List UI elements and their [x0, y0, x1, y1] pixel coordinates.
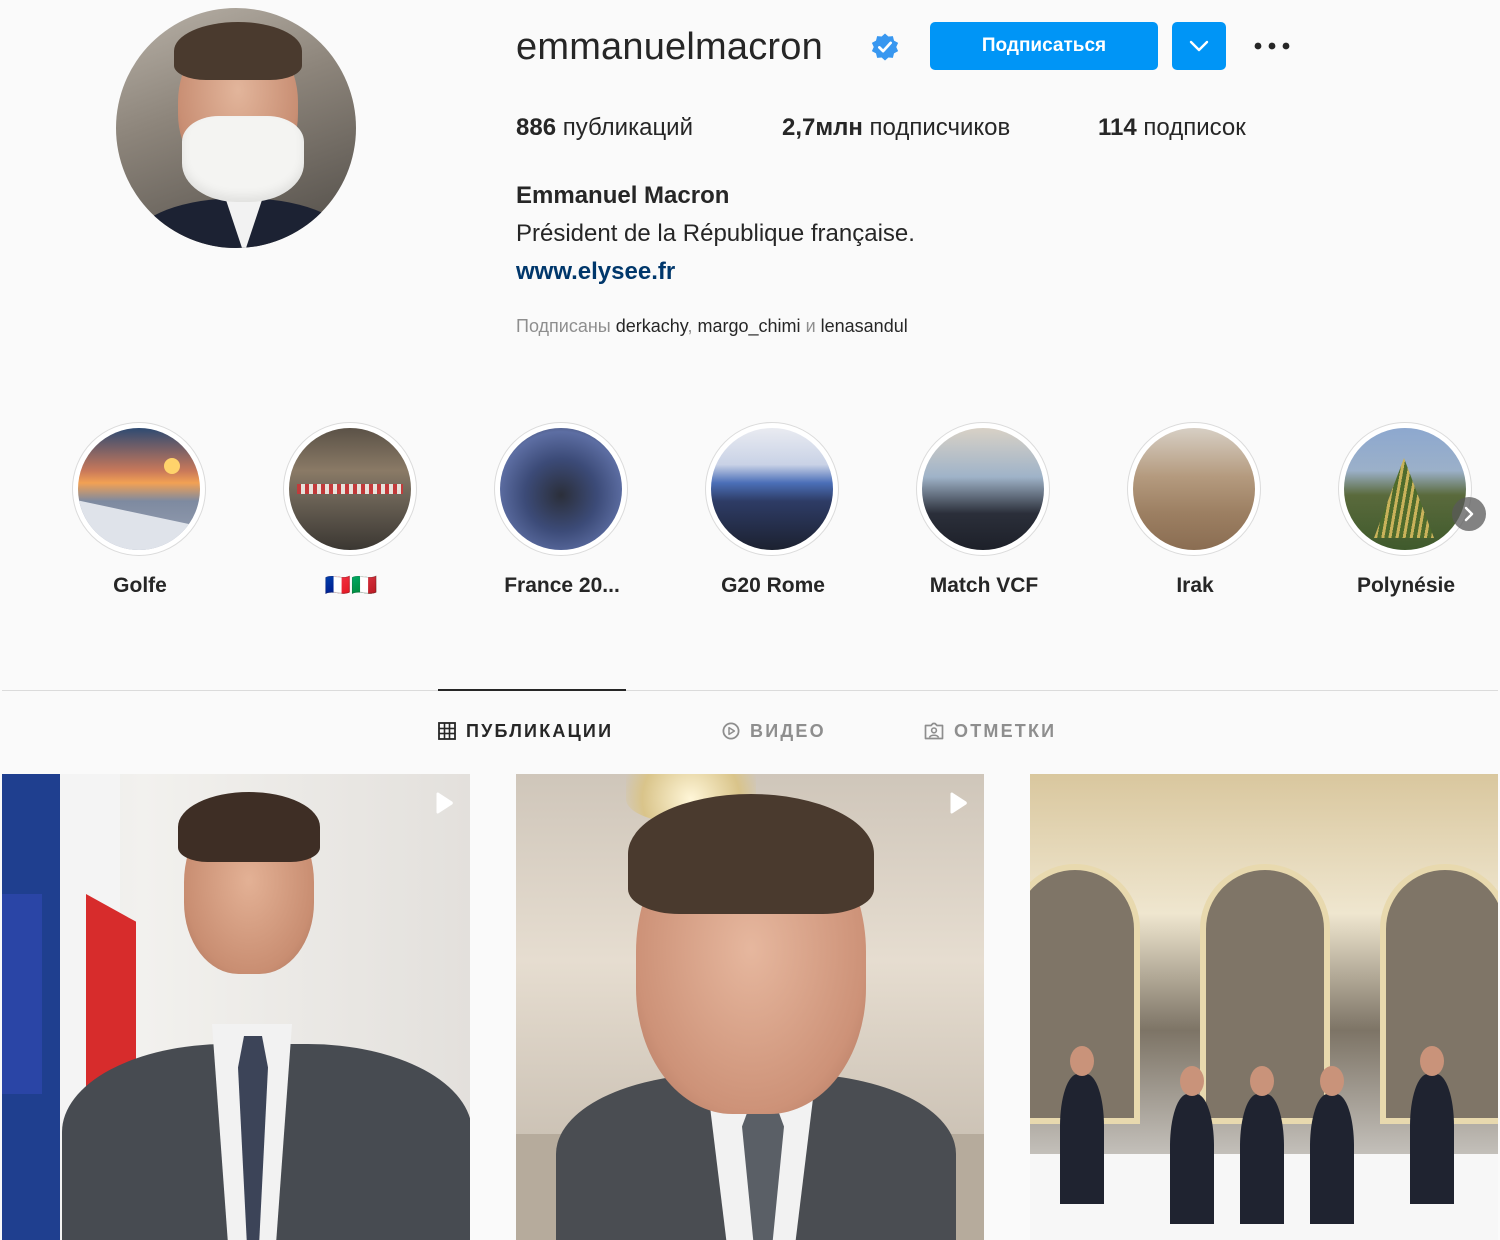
- followed-by-user[interactable]: lenasandul: [821, 316, 908, 336]
- grid-icon: [438, 722, 456, 740]
- tab-video[interactable]: ВИДЕО: [722, 718, 826, 744]
- active-tab-indicator: [438, 689, 626, 691]
- posts-count: 886 публикаций: [516, 114, 693, 142]
- tab-video-label: ВИДЕО: [750, 720, 826, 741]
- highlights-next-button[interactable]: [1452, 497, 1486, 531]
- video-play-icon: [436, 792, 453, 814]
- followed-by[interactable]: Подписаны derkachy, margo_chimi и lenasa…: [516, 316, 908, 337]
- highlight-france-20[interactable]: France 20...: [492, 422, 632, 612]
- tab-tagged-label: ОТМЕТКИ: [954, 720, 1057, 741]
- video-play-icon: [950, 792, 967, 814]
- chevron-right-icon: [1464, 506, 1474, 522]
- followed-by-user[interactable]: margo_chimi: [698, 316, 801, 336]
- profile-username: emmanuelmacron: [516, 26, 823, 68]
- tab-posts[interactable]: ПУБЛИКАЦИИ: [438, 718, 613, 744]
- posts-count-label: публикаций: [562, 114, 693, 141]
- followed-by-prefix: Подписаны: [516, 316, 611, 336]
- tabs-divider: [2, 690, 1498, 691]
- highlight-match-vcf[interactable]: Match VCF: [914, 422, 1054, 612]
- profile-full-name: Emmanuel Macron: [516, 182, 730, 209]
- highlight-cover: [289, 428, 411, 550]
- highlight-cover: [1344, 428, 1466, 550]
- profile-avatar[interactable]: [116, 8, 356, 248]
- follow-button[interactable]: Подписаться: [930, 22, 1158, 70]
- suggested-accounts-button[interactable]: [1172, 22, 1226, 70]
- highlight-cover: [711, 428, 833, 550]
- more-horizontal-icon: [1254, 42, 1290, 50]
- highlight-g20-rome[interactable]: G20 Rome: [703, 422, 843, 612]
- following-count[interactable]: 114 подписок: [1098, 114, 1246, 142]
- verified-badge-icon: [871, 33, 899, 61]
- highlight-france-italy[interactable]: 🇫🇷🇮🇹: [281, 422, 421, 612]
- post-thumbnail[interactable]: [2, 774, 470, 1240]
- post-thumbnail[interactable]: [516, 774, 984, 1240]
- posts-count-value: 886: [516, 114, 557, 141]
- followers-count-value: 2,7млн: [782, 114, 863, 141]
- tab-posts-label: ПУБЛИКАЦИИ: [466, 720, 614, 741]
- following-count-label: подписок: [1143, 114, 1246, 141]
- highlight-golfe[interactable]: Golfe: [70, 422, 210, 612]
- highlight-label: G20 Rome: [721, 574, 825, 597]
- highlight-cover: [1133, 428, 1255, 550]
- followed-by-user[interactable]: derkachy: [616, 316, 688, 336]
- followers-count[interactable]: 2,7млн подписчиков: [782, 114, 1010, 142]
- highlight-label: Irak: [1176, 574, 1214, 597]
- profile-website-link[interactable]: www.elysee.fr: [516, 258, 675, 286]
- post-thumbnail[interactable]: [1030, 774, 1498, 1240]
- followed-by-separator: ,: [687, 316, 693, 336]
- video-icon: [722, 722, 740, 740]
- chevron-down-icon: [1189, 40, 1209, 52]
- highlight-cover: [78, 428, 200, 550]
- highlight-label: 🇫🇷🇮🇹: [324, 574, 378, 597]
- tab-tagged[interactable]: ОТМЕТКИ: [924, 718, 1056, 744]
- highlight-label: France 20...: [504, 574, 620, 597]
- highlight-cover: [500, 428, 622, 550]
- highlight-cover: [922, 428, 1044, 550]
- highlight-label: Match VCF: [929, 574, 1039, 597]
- following-count-value: 114: [1098, 114, 1137, 141]
- highlight-label: Golfe: [113, 574, 167, 597]
- followers-count-label: подписчиков: [869, 114, 1011, 141]
- profile-bio: Président de la République française.: [516, 220, 915, 247]
- more-options-button[interactable]: [1250, 30, 1294, 62]
- tagged-icon: [924, 722, 944, 740]
- highlight-label: Polynésie: [1356, 574, 1456, 597]
- highlight-irak[interactable]: Irak: [1125, 422, 1265, 612]
- followed-by-conjunction: и: [805, 316, 816, 336]
